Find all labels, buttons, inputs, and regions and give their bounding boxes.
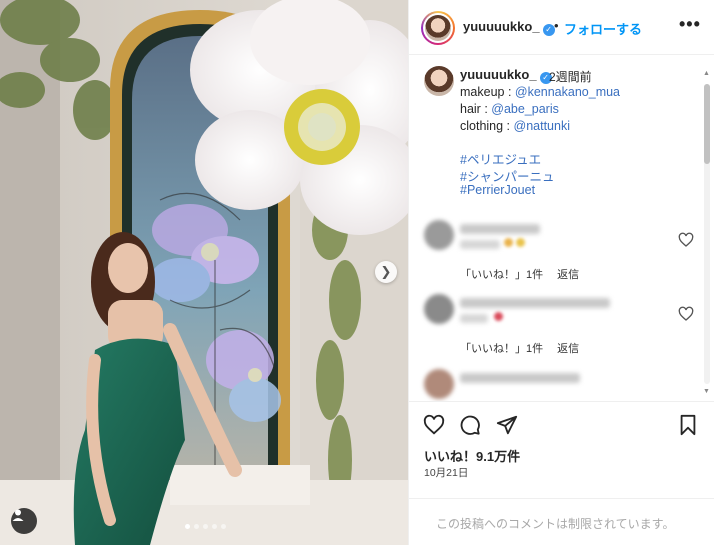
caption-username[interactable]: yuuuuukko_ ✓ bbox=[460, 67, 552, 84]
commenter-name-blurred bbox=[460, 224, 540, 234]
comment-item: 「いいね！」1件 返信 bbox=[424, 294, 694, 356]
bookmark-icon[interactable] bbox=[677, 414, 699, 436]
comments-scrollbar[interactable]: ▲ ▼ bbox=[703, 70, 711, 400]
caption-timestamp: 2週間前 bbox=[549, 70, 592, 84]
post-photo[interactable]: ❯ bbox=[0, 0, 408, 545]
like-count[interactable]: いいね！9.1万件 bbox=[424, 446, 520, 465]
carousel-dot bbox=[203, 524, 208, 529]
comment-meta: 「いいね！」1件 返信 bbox=[460, 266, 593, 282]
post-date[interactable]: 10月21日 bbox=[424, 465, 468, 480]
follow-button[interactable]: フォローする bbox=[564, 19, 642, 38]
commenter-avatar[interactable] bbox=[424, 369, 454, 399]
scroll-down-arrow-icon[interactable]: ▼ bbox=[703, 388, 710, 395]
comments-restricted-notice: この投稿へのコメントは制限されています。 bbox=[436, 517, 675, 531]
carousel-dot bbox=[212, 524, 217, 529]
scrollbar-thumb[interactable] bbox=[704, 84, 710, 164]
comment-likes[interactable]: 「いいね！」1件 bbox=[460, 269, 543, 281]
comment-likes[interactable]: 「いいね！」1件 bbox=[460, 343, 543, 355]
comment-input-area: この投稿へのコメントは制限されています。 bbox=[409, 498, 714, 545]
verified-badge-icon: ✓ bbox=[542, 24, 555, 36]
user-tag-icon bbox=[12, 509, 24, 521]
heart-icon[interactable] bbox=[423, 414, 445, 436]
comment-text-blurred bbox=[460, 240, 500, 249]
commenter-avatar[interactable] bbox=[424, 220, 454, 250]
hashtag-link[interactable]: #PerrierJouet bbox=[460, 183, 535, 197]
carousel-indicator bbox=[185, 524, 226, 529]
carousel-dot bbox=[194, 524, 199, 529]
more-options-button[interactable]: ••• bbox=[679, 14, 701, 35]
commenter-avatar[interactable] bbox=[424, 294, 454, 324]
next-slide-button[interactable]: ❯ bbox=[375, 261, 397, 283]
share-icon[interactable] bbox=[496, 414, 518, 436]
header-separator: • bbox=[554, 18, 559, 33]
mention-link[interactable]: @nattunki bbox=[514, 119, 570, 133]
chevron-right-icon: ❯ bbox=[380, 264, 392, 279]
author-username[interactable]: yuuuuukko_ ✓ bbox=[463, 19, 555, 36]
carousel-dot bbox=[185, 524, 190, 529]
caption-line-clothing: clothing : @nattunki bbox=[460, 119, 570, 133]
comment-item: 「いいね！」1件 返信 bbox=[424, 220, 694, 282]
comment-text-blurred bbox=[460, 314, 488, 323]
post-details-panel: yuuuuukko_ ✓ • フォローする ••• yuuuuukko_ ✓ 2週間… bbox=[408, 0, 714, 545]
caption-line-makeup: makeup : @kennakano_mua bbox=[460, 85, 621, 99]
comment-like-heart-icon[interactable] bbox=[678, 306, 694, 322]
comment-like-heart-icon[interactable] bbox=[678, 232, 694, 248]
photo-illustration bbox=[0, 0, 408, 545]
comment-meta: 「いいね！」1件 返信 bbox=[460, 340, 593, 356]
post-header: yuuuuukko_ ✓ • フォローする ••• bbox=[409, 0, 714, 55]
mention-link[interactable]: @kennakano_mua bbox=[515, 85, 620, 99]
author-avatar[interactable] bbox=[421, 11, 455, 45]
commenter-name-blurred bbox=[460, 298, 610, 308]
mention-link[interactable]: @abe_paris bbox=[491, 102, 559, 116]
carousel-dot bbox=[221, 524, 226, 529]
scroll-up-arrow-icon[interactable]: ▲ bbox=[703, 70, 710, 77]
tagged-users-button[interactable] bbox=[11, 508, 37, 534]
comment-item bbox=[424, 369, 694, 401]
post-actions: いいね！9.1万件 10月21日 bbox=[409, 401, 714, 499]
commenter-name-blurred bbox=[460, 373, 580, 383]
caption-line-hair: hair : @abe_paris bbox=[460, 102, 559, 116]
comment-icon[interactable] bbox=[459, 414, 481, 436]
reply-button[interactable]: 返信 bbox=[557, 269, 579, 281]
comments-section[interactable]: yuuuuukko_ ✓ 2週間前 makeup : @kennakano_mua… bbox=[409, 56, 714, 401]
caption-avatar[interactable] bbox=[424, 66, 454, 96]
reply-button[interactable]: 返信 bbox=[557, 343, 579, 355]
